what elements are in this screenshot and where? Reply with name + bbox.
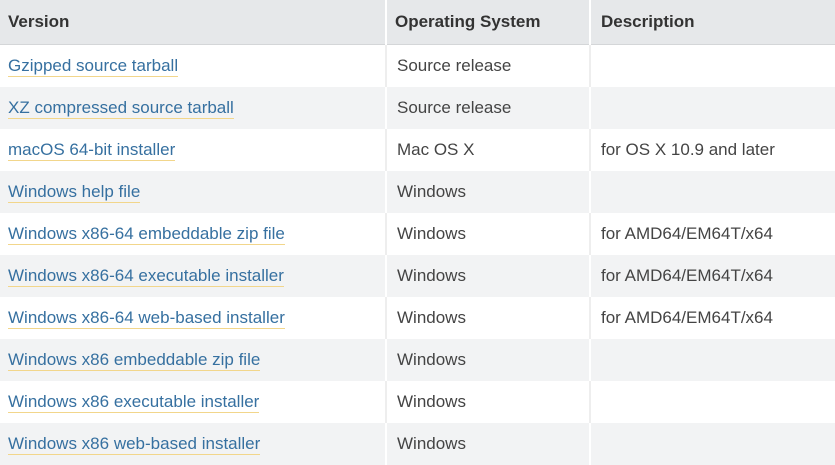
- version-cell: Windows x86-64 embeddable zip file: [0, 213, 386, 255]
- description-cell: for AMD64/EM64T/x64: [590, 213, 835, 255]
- table-row: Windows x86-64 web-based installer Windo…: [0, 297, 835, 339]
- table-row: Gzipped source tarball Source release: [0, 45, 835, 88]
- description-cell: [590, 87, 835, 129]
- download-link[interactable]: Windows help file: [8, 182, 140, 203]
- column-header-version: Version: [0, 0, 386, 45]
- version-cell: Windows x86 executable installer: [0, 381, 386, 423]
- table-row: Windows help file Windows: [0, 171, 835, 213]
- os-cell: Source release: [386, 45, 590, 88]
- table-row: macOS 64-bit installer Mac OS X for OS X…: [0, 129, 835, 171]
- table-row: Windows x86 web-based installer Windows: [0, 423, 835, 465]
- os-cell: Windows: [386, 255, 590, 297]
- description-cell: for AMD64/EM64T/x64: [590, 255, 835, 297]
- download-link[interactable]: Windows x86-64 embeddable zip file: [8, 224, 285, 245]
- version-cell: Windows x86-64 executable installer: [0, 255, 386, 297]
- version-cell: Windows x86 web-based installer: [0, 423, 386, 465]
- os-cell: Windows: [386, 381, 590, 423]
- version-cell: macOS 64-bit installer: [0, 129, 386, 171]
- download-link[interactable]: Gzipped source tarball: [8, 56, 178, 77]
- header-row: Version Operating System Description: [0, 0, 835, 45]
- description-cell: for OS X 10.9 and later: [590, 129, 835, 171]
- os-cell: Windows: [386, 339, 590, 381]
- download-link[interactable]: Windows x86-64 web-based installer: [8, 308, 285, 329]
- table-header: Version Operating System Description: [0, 0, 835, 45]
- table-row: Windows x86-64 embeddable zip file Windo…: [0, 213, 835, 255]
- os-cell: Windows: [386, 297, 590, 339]
- version-cell: Windows help file: [0, 171, 386, 213]
- download-link[interactable]: Windows x86-64 executable installer: [8, 266, 284, 287]
- version-cell: XZ compressed source tarball: [0, 87, 386, 129]
- os-cell: Windows: [386, 213, 590, 255]
- os-cell: Source release: [386, 87, 590, 129]
- description-cell: for AMD64/EM64T/x64: [590, 297, 835, 339]
- description-cell: [590, 171, 835, 213]
- download-link[interactable]: Windows x86 executable installer: [8, 392, 259, 413]
- table-row: Windows x86-64 executable installer Wind…: [0, 255, 835, 297]
- downloads-table: Version Operating System Description Gzi…: [0, 0, 835, 465]
- version-cell: Windows x86-64 web-based installer: [0, 297, 386, 339]
- column-header-description: Description: [590, 0, 835, 45]
- table-row: XZ compressed source tarball Source rele…: [0, 87, 835, 129]
- description-cell: [590, 339, 835, 381]
- download-link[interactable]: Windows x86 web-based installer: [8, 434, 260, 455]
- table-row: Windows x86 executable installer Windows: [0, 381, 835, 423]
- table-body: Gzipped source tarball Source release XZ…: [0, 45, 835, 465]
- os-cell: Mac OS X: [386, 129, 590, 171]
- download-link[interactable]: XZ compressed source tarball: [8, 98, 234, 119]
- column-header-operating-system: Operating System: [386, 0, 590, 45]
- download-link[interactable]: Windows x86 embeddable zip file: [8, 350, 260, 371]
- version-cell: Gzipped source tarball: [0, 45, 386, 88]
- download-link[interactable]: macOS 64-bit installer: [8, 140, 175, 161]
- table-row: Windows x86 embeddable zip file Windows: [0, 339, 835, 381]
- os-cell: Windows: [386, 423, 590, 465]
- description-cell: [590, 45, 835, 88]
- description-cell: [590, 423, 835, 465]
- description-cell: [590, 381, 835, 423]
- version-cell: Windows x86 embeddable zip file: [0, 339, 386, 381]
- os-cell: Windows: [386, 171, 590, 213]
